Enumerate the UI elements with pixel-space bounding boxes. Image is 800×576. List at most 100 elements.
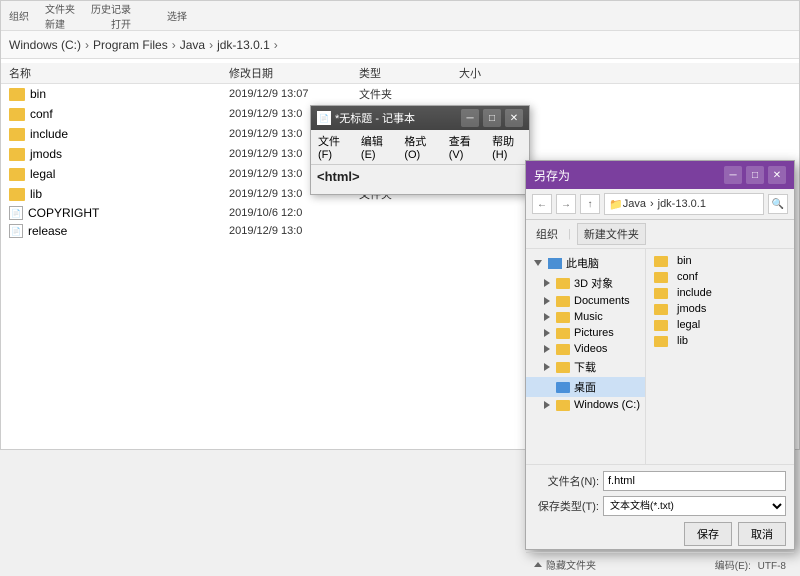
expand-icon	[544, 313, 550, 321]
saveas-footer: 隐藏文件夹 编码(E): UTF-8	[526, 552, 794, 576]
list-item[interactable]: lib	[650, 333, 790, 349]
saveas-filelist: bin conf include jmods legal lib	[646, 249, 794, 464]
col-name[interactable]: 名称	[9, 65, 229, 81]
menu-help[interactable]: 帮助(H)	[489, 132, 525, 162]
saveas-sidebar-item[interactable]: Pictures	[526, 325, 645, 341]
folder-icon	[9, 168, 25, 181]
saveas-title: 另存为	[534, 167, 570, 184]
list-item[interactable]: include	[650, 285, 790, 301]
breadcrumb-programfiles[interactable]: Program Files	[93, 38, 168, 52]
notepad-title-left: 📄 *无标题 - 记事本	[317, 110, 415, 126]
folder-icon	[654, 320, 668, 331]
saveas-sidebar-label: 此电脑	[566, 255, 599, 271]
file-name: conf	[677, 271, 698, 283]
folder-icon	[9, 128, 25, 141]
saveas-body: 此电脑 3D 对象DocumentsMusic Pictures Videos下载桌面…	[526, 249, 794, 464]
filetype-select[interactable]: 文本文档(*.txt)	[603, 496, 786, 516]
file-type: 文件夹	[359, 86, 459, 102]
triangle-up-icon	[534, 562, 542, 567]
saveas-nav-toolbar: ← → ↑ 📁 Java › jdk-13.0.1 🔍	[526, 189, 794, 220]
menu-file[interactable]: 文件(F)	[315, 132, 350, 162]
hide-folders-toggle[interactable]: 隐藏文件夹	[534, 557, 596, 572]
file-list-header: 名称 修改日期 类型 大小	[1, 63, 799, 84]
notepad-text: <html>	[317, 169, 360, 184]
saveas-sidebar-item[interactable]: 下载	[526, 357, 645, 377]
sidebar-folder-icon	[556, 278, 570, 289]
saveas-organize-btn[interactable]: 组织	[532, 225, 562, 243]
saveas-bottom: 文件名(N): 保存类型(T): 文本文档(*.txt) 保存 取消	[526, 464, 794, 552]
folder-icon	[9, 108, 25, 121]
col-date[interactable]: 修改日期	[229, 65, 359, 81]
new-folder-group: 文件夹 新建	[45, 1, 75, 31]
saveas-newdir-btn[interactable]: 新建文件夹	[577, 223, 646, 245]
folder-icon	[9, 148, 25, 161]
address-bar[interactable]: Windows (C:) › Program Files › Java › jd…	[1, 31, 799, 59]
saveas-sidebar-item[interactable]: 桌面	[526, 377, 645, 397]
select-label[interactable]: 选择	[167, 8, 187, 23]
file-name: conf	[30, 107, 53, 121]
table-row[interactable]: bin2019/12/9 13:07文件夹	[1, 84, 799, 104]
open-label[interactable]: 打开	[111, 16, 131, 31]
breadcrumb-windows[interactable]: Windows (C:)	[9, 38, 81, 52]
saveas-titlebar: 另存为 ─ □ ✕	[526, 161, 794, 189]
saveas-dialog: 另存为 ─ □ ✕ ← → ↑ 📁 Java › jdk-13.0.1 🔍 组织…	[525, 160, 795, 550]
notepad-maximize-btn[interactable]: □	[483, 109, 501, 127]
menu-edit[interactable]: 编辑(E)	[358, 132, 393, 162]
sidebar-folder-icon	[556, 400, 570, 411]
file-icon: 📄	[9, 206, 23, 220]
saveas-bc-jdk[interactable]: jdk-13.0.1	[658, 198, 706, 210]
notepad-close-btn[interactable]: ✕	[505, 109, 523, 127]
saveas-sidebar-label: Windows (C:)	[574, 399, 640, 411]
saveas-sidebar-item[interactable]: Windows (C:)	[526, 397, 645, 413]
saveas-sidebar-item[interactable]: Videos	[526, 341, 645, 357]
saveas-action-buttons: 保存 取消	[534, 522, 786, 546]
saveas-bc-java[interactable]: Java	[623, 198, 646, 210]
search-btn[interactable]: 🔍	[768, 194, 788, 214]
nav-up-btn[interactable]: ↑	[580, 194, 600, 214]
saveas-sidebar-item[interactable]: Music	[526, 309, 645, 325]
filename-input[interactable]	[603, 471, 786, 491]
saveas-controls: ─ □ ✕	[724, 166, 786, 184]
saveas-sidebar-item[interactable]: 3D 对象	[526, 273, 645, 293]
file-name: lib	[677, 335, 688, 347]
col-type[interactable]: 类型	[359, 65, 459, 81]
file-name: legal	[30, 167, 55, 181]
saveas-sidebar-label: Pictures	[574, 327, 614, 339]
saveas-maximize-btn[interactable]: □	[746, 166, 764, 184]
saveas-sidebar-items: 此电脑 3D 对象DocumentsMusic Pictures Videos下载桌面…	[526, 253, 645, 413]
encoding-value: UTF-8	[758, 561, 786, 572]
breadcrumb-java[interactable]: Java	[180, 38, 205, 52]
sidebar-folder-icon	[556, 312, 570, 323]
list-item[interactable]: conf	[650, 269, 790, 285]
expand-icon	[544, 401, 550, 409]
notepad-minimize-btn[interactable]: ─	[461, 109, 479, 127]
saveas-minimize-btn[interactable]: ─	[724, 166, 742, 184]
folder-icon	[654, 272, 668, 283]
col-size[interactable]: 大小	[459, 65, 539, 81]
saveas-sidebar-item[interactable]: Documents	[526, 293, 645, 309]
breadcrumb-jdk[interactable]: jdk-13.0.1	[217, 38, 270, 52]
list-item[interactable]: jmods	[650, 301, 790, 317]
saveas-breadcrumb[interactable]: 📁 Java › jdk-13.0.1	[604, 193, 764, 215]
saveas-sidebar-item[interactable]: 此电脑	[526, 253, 645, 273]
filename-label: 文件名(N):	[534, 473, 599, 489]
file-name: lib	[30, 187, 42, 201]
notepad-titlebar: 📄 *无标题 - 记事本 ─ □ ✕	[311, 106, 529, 130]
saveas-close-btn[interactable]: ✕	[768, 166, 786, 184]
list-item[interactable]: legal	[650, 317, 790, 333]
file-name: jmods	[677, 303, 706, 315]
saveas-sidebar: 此电脑 3D 对象DocumentsMusic Pictures Videos下载桌面…	[526, 249, 646, 464]
organize-group: 组织	[9, 8, 29, 23]
cancel-button[interactable]: 取消	[738, 522, 786, 546]
history-label: 历史记录	[91, 1, 131, 16]
folder-icon	[9, 88, 25, 101]
file-name: release	[28, 224, 67, 238]
menu-view[interactable]: 查看(V)	[446, 132, 481, 162]
nav-back-btn[interactable]: ←	[532, 194, 552, 214]
organize-label[interactable]: 组织	[9, 8, 29, 23]
sidebar-folder-icon	[556, 382, 570, 393]
nav-forward-btn[interactable]: →	[556, 194, 576, 214]
save-button[interactable]: 保存	[684, 522, 732, 546]
list-item[interactable]: bin	[650, 253, 790, 269]
menu-format[interactable]: 格式(O)	[401, 132, 437, 162]
